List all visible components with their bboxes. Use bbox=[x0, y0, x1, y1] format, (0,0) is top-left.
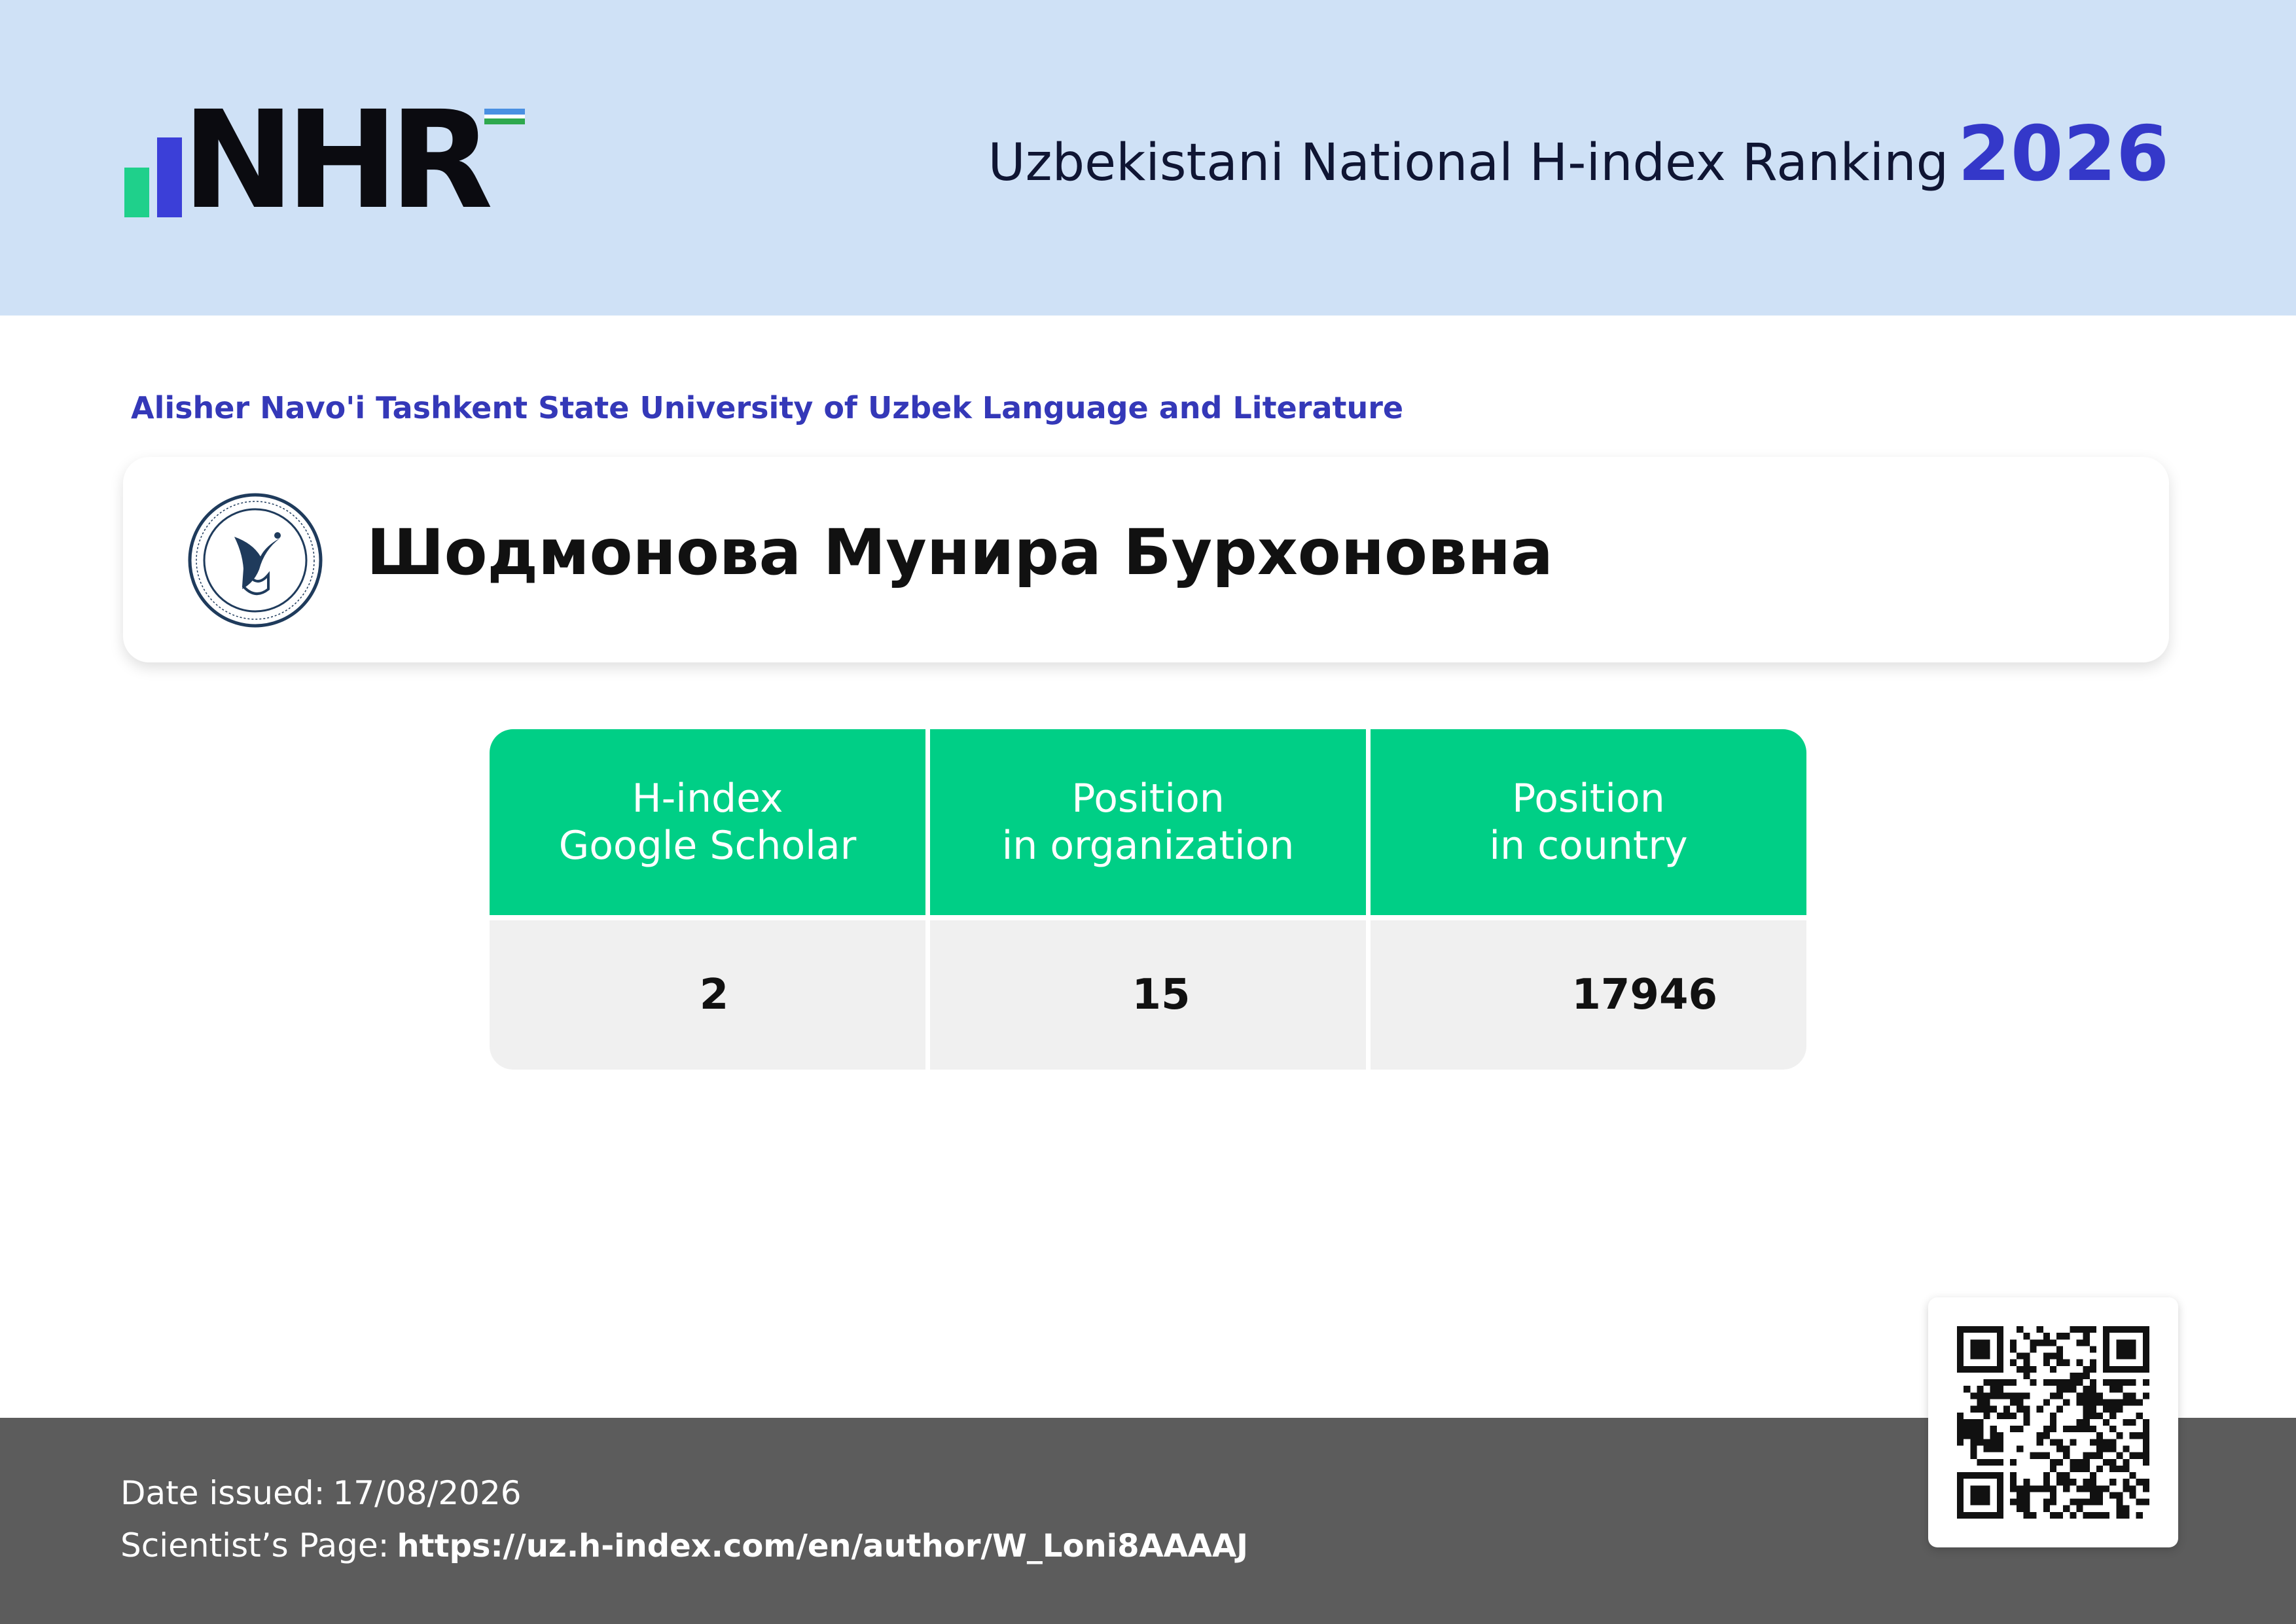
logo-bar-green bbox=[124, 168, 149, 217]
uzbek-flag-icon bbox=[484, 109, 525, 124]
nhr-logo: NHR bbox=[124, 93, 543, 228]
stats-header: Position in organization bbox=[930, 729, 1366, 915]
scientist-card: Шодмонова Мунира Бурхоновна bbox=[123, 457, 2169, 662]
stats-column-hindex: H-index Google Scholar 2 bbox=[490, 729, 925, 1070]
date-issued-value: 17/08/2026 bbox=[332, 1474, 522, 1512]
scientist-page-link[interactable]: https://uz.h-index.com/en/author/W_Loni8… bbox=[397, 1528, 1248, 1564]
qr-code-card[interactable] bbox=[1928, 1297, 2178, 1547]
country-position-value: 17946 bbox=[1371, 920, 1806, 1070]
header: NHR Uzbekistani National H-index Ranking… bbox=[0, 0, 2296, 316]
logo-bar-blue bbox=[157, 137, 182, 217]
ranking-title-text: Uzbekistani National H-index Ranking bbox=[988, 134, 1949, 192]
stats-header-line2: in country bbox=[1489, 823, 1688, 869]
stats-header: H-index Google Scholar bbox=[490, 729, 925, 915]
stats-column-country-position: Position in country 17946 bbox=[1371, 729, 1806, 1070]
organization-name: Alisher Navo'i Tashkent State University… bbox=[131, 390, 1404, 425]
stats-header-line2: in organization bbox=[1001, 823, 1295, 869]
stats-header-line1: Position bbox=[1512, 776, 1665, 821]
scientist-page-label: Scientist’s Page: bbox=[120, 1526, 389, 1564]
stats-header: Position in country bbox=[1371, 729, 1806, 915]
stats-column-org-position: Position in organization 15 bbox=[930, 729, 1366, 1070]
scientist-name: Шодмонова Мунира Бурхоновна bbox=[367, 516, 1553, 589]
hindex-value: 2 bbox=[490, 920, 925, 1070]
ranking-year: 2026 bbox=[1958, 110, 2169, 198]
stats-header-line1: H-index bbox=[632, 776, 783, 821]
date-issued-label: Date issued: bbox=[120, 1474, 325, 1512]
qr-code-icon bbox=[1957, 1326, 2149, 1519]
ranking-title: Uzbekistani National H-index Ranking 2026 bbox=[988, 110, 2169, 198]
university-seal-icon bbox=[188, 493, 323, 628]
date-issued: Date issued: 17/08/2026 bbox=[120, 1474, 522, 1512]
stats-table: H-index Google Scholar 2 Position in org… bbox=[490, 729, 1806, 1070]
stats-header-line1: Position bbox=[1071, 776, 1225, 821]
org-position-value: 15 bbox=[930, 920, 1366, 1070]
logo-text: NHR bbox=[182, 82, 493, 239]
stats-header-line2: Google Scholar bbox=[558, 823, 857, 869]
scientist-page: Scientist’s Page: https://uz.h-index.com/… bbox=[120, 1526, 1248, 1564]
